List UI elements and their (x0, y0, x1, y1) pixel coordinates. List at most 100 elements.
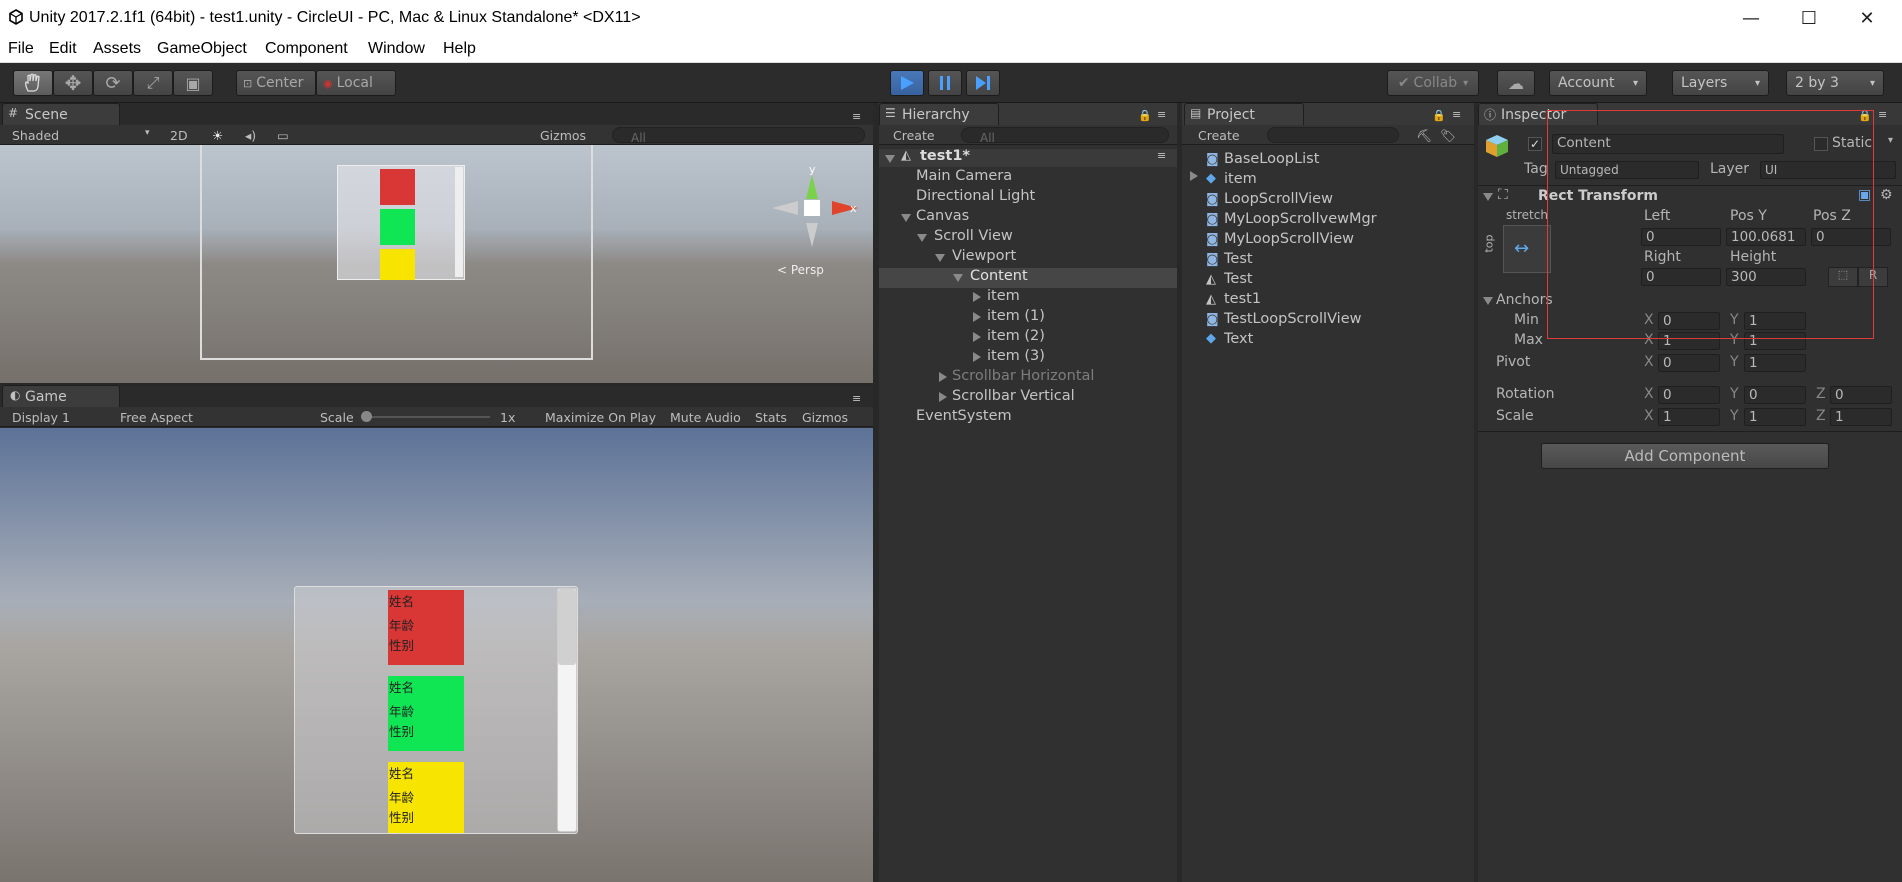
pivot-y-field[interactable]: 1 (1744, 354, 1806, 372)
maximize-button[interactable]: ☐ (1780, 0, 1838, 37)
add-component-button[interactable]: Add Component (1541, 443, 1829, 469)
pivot-local-button[interactable]: ◉ Local (316, 70, 396, 96)
audio-icon[interactable]: ◂) (245, 128, 256, 143)
scale-slider[interactable] (362, 416, 490, 418)
menu-window[interactable]: Window (368, 40, 425, 58)
tree-item-item[interactable]: item (987, 288, 1020, 304)
panel-menu-icon[interactable]: ≡ (1157, 108, 1166, 121)
tree-item-canvas[interactable]: Canvas (916, 208, 969, 224)
move-tool-button[interactable]: ✥ (53, 70, 93, 96)
project-item[interactable]: Test (1224, 251, 1253, 267)
tree-item-directional-light[interactable]: Directional Light (916, 188, 1035, 204)
pivot-center-button[interactable]: ⊡ Center (236, 70, 316, 96)
scale-y-field[interactable]: 1 (1744, 408, 1806, 426)
scene-name[interactable]: test1* (920, 148, 970, 164)
filter-label-icon[interactable]: 🏷 (1440, 128, 1456, 144)
project-item[interactable]: Test (1224, 271, 1253, 287)
project-item[interactable]: item (1224, 171, 1257, 187)
panel-menu-icon[interactable]: ≡ (852, 110, 861, 123)
game-gizmos-dropdown[interactable]: Gizmos (802, 410, 848, 425)
tree-item-item-3[interactable]: item (3) (987, 348, 1045, 364)
expand-arrow-icon[interactable] (885, 155, 895, 163)
pivot-x-field[interactable]: 0 (1658, 354, 1720, 372)
effects-icon[interactable]: ▭ (277, 128, 289, 143)
anchor-presets-button[interactable]: ↔ (1503, 225, 1551, 273)
axis-gizmo-icon[interactable] (770, 165, 862, 253)
rect-tool-button[interactable]: ▣ (173, 70, 213, 96)
project-item[interactable]: TestLoopScrollView (1224, 311, 1361, 327)
project-item[interactable]: LoopScrollView (1224, 191, 1333, 207)
scrollbar-handle[interactable] (558, 589, 576, 665)
rotation-z-field[interactable]: 0 (1830, 386, 1892, 404)
menu-help[interactable]: Help (443, 40, 476, 58)
menu-gameobject[interactable]: GameObject (157, 40, 247, 58)
panel-menu-icon[interactable]: ≡ (1452, 108, 1461, 121)
tree-item-scrollbar-vertical[interactable]: Scrollbar Vertical (952, 388, 1075, 404)
lighting-icon[interactable]: ☀ (212, 128, 223, 143)
tree-item-scrollbar-horizontal[interactable]: Scrollbar Horizontal (952, 368, 1094, 384)
lock-icon[interactable]: 🔒 (1138, 109, 1152, 122)
collapse-arrow-icon[interactable] (973, 312, 981, 322)
play-button[interactable] (890, 70, 924, 96)
pause-button[interactable] (928, 70, 962, 96)
scale-x-field[interactable]: 1 (1658, 408, 1720, 426)
project-search-input[interactable] (1267, 127, 1399, 143)
rotate-tool-button[interactable]: ⟳ (93, 70, 133, 96)
collapse-arrow-icon[interactable] (973, 292, 981, 302)
gizmos-dropdown[interactable]: Gizmos (540, 128, 586, 143)
tree-item-main-camera[interactable]: Main Camera (916, 168, 1012, 184)
scene-search-input[interactable]: All (612, 127, 865, 145)
project-create-button[interactable]: Create (1198, 128, 1240, 143)
tree-item-eventsystem[interactable]: EventSystem (916, 408, 1012, 424)
collab-button[interactable]: ✔ Collab ▾ (1387, 70, 1479, 96)
tree-item-viewport[interactable]: Viewport (952, 248, 1016, 264)
scene-menu-icon[interactable]: ≡ (1157, 149, 1166, 162)
component-expand-icon[interactable] (1483, 193, 1493, 201)
display-dropdown[interactable]: Display 1 (12, 410, 70, 425)
project-item[interactable]: test1 (1224, 291, 1261, 307)
panel-menu-icon[interactable]: ≡ (1878, 108, 1887, 121)
project-item[interactable]: Text (1224, 331, 1253, 347)
component-settings-icon[interactable]: ⚙ (1880, 187, 1893, 203)
selected-row[interactable] (879, 268, 1177, 288)
mode-2d-button[interactable]: 2D (170, 128, 188, 143)
account-dropdown[interactable]: Account ▾ (1549, 70, 1647, 96)
game-viewport[interactable]: 姓名 年龄 性别 姓名 年龄 性别 姓名 年龄 性别 (0, 428, 873, 882)
layers-dropdown[interactable]: Layers ▾ (1672, 70, 1769, 96)
tree-item-content[interactable]: Content (970, 268, 1028, 284)
tree-item-item-2[interactable]: item (2) (987, 328, 1045, 344)
panel-menu-icon[interactable]: ≡ (852, 392, 861, 405)
filter-type-icon[interactable]: ⛏ (1416, 128, 1432, 144)
expand-arrow-icon[interactable] (901, 214, 911, 222)
close-button[interactable]: ✕ (1838, 0, 1896, 37)
anchors-label[interactable]: Anchors (1496, 292, 1553, 308)
project-item[interactable]: MyLoopScrollvewMgr (1224, 211, 1377, 227)
scene-viewport[interactable]: y x < Persp (0, 145, 873, 383)
expand-arrow-icon[interactable] (935, 254, 945, 262)
expand-arrow-icon[interactable] (917, 234, 927, 242)
collapse-arrow-icon[interactable] (939, 392, 947, 402)
static-dropdown-icon[interactable]: ▾ (1888, 135, 1893, 146)
scale-tool-button[interactable]: ⤢ (133, 70, 173, 96)
minimize-button[interactable]: — (1722, 0, 1780, 37)
collapse-arrow-icon[interactable] (1190, 171, 1198, 181)
tab-hierarchy[interactable]: Hierarchy (879, 103, 999, 125)
project-item[interactable]: BaseLoopList (1224, 151, 1319, 167)
rotation-x-field[interactable]: 0 (1658, 386, 1720, 404)
active-checkbox[interactable]: ✓ (1528, 137, 1542, 151)
collapse-arrow-icon[interactable] (973, 352, 981, 362)
scale-z-field[interactable]: 1 (1830, 408, 1892, 426)
stats-toggle[interactable]: Stats (755, 410, 787, 425)
menu-file[interactable]: File (8, 40, 34, 58)
tree-item-scroll-view[interactable]: Scroll View (934, 228, 1013, 244)
menu-assets[interactable]: Assets (93, 40, 141, 58)
tab-project[interactable]: Project (1184, 103, 1304, 125)
rotation-y-field[interactable]: 0 (1744, 386, 1806, 404)
collapse-arrow-icon[interactable] (973, 332, 981, 342)
menu-edit[interactable]: Edit (49, 40, 77, 58)
maximize-on-play-toggle[interactable]: Maximize On Play (545, 410, 656, 425)
collapse-arrow-icon[interactable] (939, 372, 947, 382)
project-item[interactable]: MyLoopScrollView (1224, 231, 1354, 247)
step-button[interactable] (966, 70, 1000, 96)
anchors-expand-icon[interactable] (1483, 297, 1493, 305)
